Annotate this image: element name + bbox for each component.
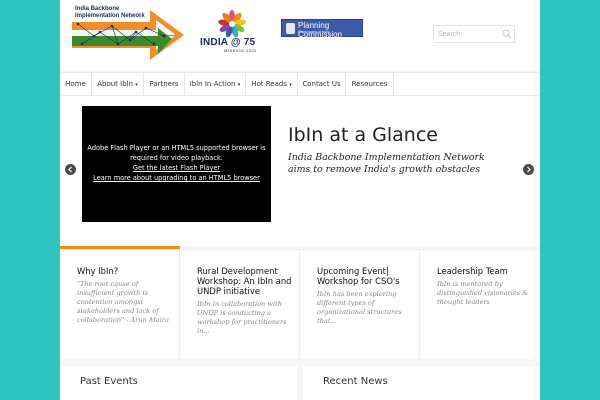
chevron-down-icon: ▾ xyxy=(289,82,292,88)
search-box xyxy=(433,25,515,43)
feature-title[interactable]: Why IbIn? xyxy=(77,266,173,276)
feature-box-leadership[interactable]: Leadership Team IbIn is mentored by dist… xyxy=(420,250,540,360)
ibin-logo[interactable]: India Backbone Implementation Network xyxy=(72,6,186,64)
flower-emblem-icon xyxy=(218,10,246,38)
chevron-right-icon xyxy=(527,166,531,173)
india-at-75-subtitle: MISSION 2022 xyxy=(224,48,257,53)
chevron-down-icon: ▾ xyxy=(237,82,241,88)
featured-slider: Adobe Flash Player or an HTML5 supported… xyxy=(60,96,540,246)
planning-commission-logo[interactable]: Planning Commission Government of India xyxy=(281,19,363,39)
recent-news-title: Recent News xyxy=(323,376,388,387)
slide-title: IbIn at a Glance xyxy=(288,124,438,146)
planning-commission-subtitle: Government of India xyxy=(298,30,330,34)
recent-news-section: Recent News xyxy=(303,366,540,400)
main-navigation: Home About Ibln ▾ Partners Ibln In Actio… xyxy=(60,72,540,96)
feature-body: IbIn has been exploring different types … xyxy=(317,290,402,325)
site-header: India Backbone Implementation Network IN… xyxy=(60,0,540,70)
ibin-logo-text: India Backbone Implementation Network xyxy=(75,6,145,20)
feature-boxes: Why IbIn? "The root cause of insufficien… xyxy=(60,249,540,360)
nav-label: About Ibln xyxy=(97,80,134,88)
slider-next-button[interactable] xyxy=(523,164,534,175)
search-icon[interactable] xyxy=(502,29,512,39)
nav-item-resources[interactable]: Resources xyxy=(346,73,394,95)
nav-label: Partners xyxy=(149,80,179,88)
flash-player-link[interactable]: Get the latest Flash Player xyxy=(82,163,271,173)
nav-item-partners[interactable]: Partners xyxy=(144,73,185,95)
nav-item-ibin-in-action[interactable]: Ibln In Action ▾ xyxy=(185,73,246,95)
slide-subtitle: India Backbone Implementation Network ai… xyxy=(288,152,485,175)
feature-title[interactable]: Leadership Team xyxy=(437,266,533,276)
nav-label: Hot Reads xyxy=(251,80,287,88)
feature-box-rural-workshop[interactable]: Rural Development Workshop: An IbIn and … xyxy=(180,250,300,360)
nav-label: Resources xyxy=(351,80,388,88)
nav-item-contact[interactable]: Contact Us xyxy=(298,73,346,95)
ibin-logo-line2: Implementation Network xyxy=(75,13,145,19)
india-at-75-logo[interactable]: INDIA @ 75 MISSION 2022 xyxy=(196,10,268,54)
page-container: India Backbone Implementation Network IN… xyxy=(60,0,540,400)
emblem-icon xyxy=(286,23,295,34)
feature-box-upcoming-event[interactable]: Upcoming Event| Workshop for CSO's IbIn … xyxy=(300,250,420,360)
video-fallback-message: Adobe Flash Player or an HTML5 supported… xyxy=(82,143,271,183)
india-at-75-title: INDIA @ 75 xyxy=(200,37,256,48)
feature-box-why-ibin[interactable]: Why IbIn? "The root cause of insufficien… xyxy=(60,250,180,360)
past-events-title: Past Events xyxy=(80,376,138,387)
feature-title[interactable]: Upcoming Event| Workshop for CSO's xyxy=(317,266,413,286)
nav-item-home[interactable]: Home xyxy=(60,73,92,95)
nav-label: Ibln In Action xyxy=(189,80,236,88)
search-input[interactable] xyxy=(438,28,498,40)
ibin-logo-line1: India Backbone xyxy=(75,6,120,12)
nav-label: Home xyxy=(65,80,86,88)
video-player[interactable]: Adobe Flash Player or an HTML5 supported… xyxy=(82,106,271,222)
html5-upgrade-link[interactable]: Learn more about upgrading to an HTML5 b… xyxy=(82,173,271,183)
chevron-left-icon xyxy=(68,166,72,173)
chevron-down-icon: ▾ xyxy=(135,82,138,88)
slider-prev-button[interactable] xyxy=(65,164,76,175)
past-events-section: Past Events xyxy=(60,366,297,400)
feature-body: "The root cause of insufficient growth i… xyxy=(77,280,169,324)
video-message-line2: required for video playback. xyxy=(130,154,223,162)
video-message-line1: Adobe Flash Player or an HTML5 supported… xyxy=(87,144,266,152)
nav-item-hot-reads[interactable]: Hot Reads ▾ xyxy=(246,73,298,95)
feature-body: IbIn in collaboration with UNDP is condu… xyxy=(197,300,287,335)
feature-body: IbIn is mentored by distinguished vision… xyxy=(437,280,529,306)
feature-title[interactable]: Rural Development Workshop: An IbIn and … xyxy=(197,266,293,296)
nav-item-about[interactable]: About Ibln ▾ xyxy=(92,73,144,95)
nav-label: Contact Us xyxy=(302,80,341,88)
